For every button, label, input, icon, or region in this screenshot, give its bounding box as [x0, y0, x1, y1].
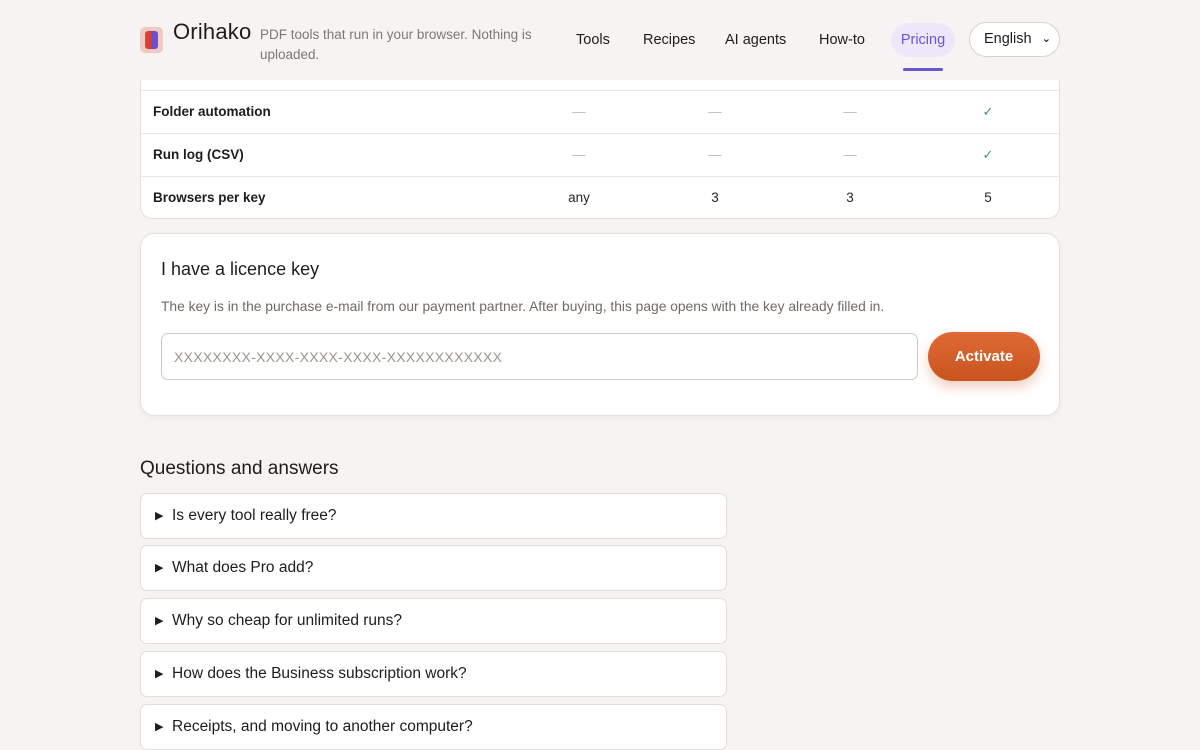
nav-recipes[interactable]: Recipes [643, 27, 695, 53]
chevron-down-icon: ⌄ [1041, 33, 1051, 45]
plan-comparison-table: Folder automation — — — ✓ Run log (CSV) … [140, 80, 1060, 219]
licence-title: I have a licence key [161, 259, 320, 279]
language-select-value: English [984, 31, 1032, 47]
table-cell: any [568, 190, 590, 205]
faq-question: What does Pro add? [172, 559, 314, 576]
nav-ai-agents[interactable]: AI agents [725, 27, 786, 53]
orihako-logo-icon[interactable] [140, 27, 163, 53]
site-header: Orihako PDF tools that run in your brows… [0, 0, 1200, 80]
table-cell: 5 [984, 190, 992, 205]
licence-key-card: I have a licence key The key is in the p… [140, 233, 1060, 416]
dash-icon: — [708, 147, 722, 162]
row-label: Browsers per key [153, 190, 266, 205]
caret-right-icon: ▶ [155, 721, 164, 733]
table-cell: 3 [846, 190, 854, 205]
faq-item[interactable]: ▶ Why so cheap for unlimited runs? [140, 598, 727, 644]
dash-icon: — [708, 104, 722, 119]
faq-item[interactable]: ▶ What does Pro add? [140, 545, 727, 591]
faq-question: How does the Business subscription work? [172, 665, 467, 682]
active-nav-indicator [903, 68, 943, 71]
language-select[interactable]: English ⌄ [969, 22, 1060, 57]
faq-question: Is every tool really free? [172, 507, 337, 524]
table-row: Run log (CSV) — — — ✓ [141, 134, 1059, 177]
table-cell: 3 [711, 190, 719, 205]
licence-description: The key is in the purchase e-mail from o… [161, 299, 885, 314]
faq-item[interactable]: ▶ Is every tool really free? [140, 493, 727, 539]
row-label: Run log (CSV) [153, 147, 244, 162]
activate-button[interactable]: Activate [928, 332, 1040, 381]
check-icon: ✓ [982, 104, 994, 119]
caret-right-icon: ▶ [155, 615, 164, 627]
nav-pricing[interactable]: Pricing [891, 23, 955, 57]
dash-icon: — [572, 147, 586, 162]
check-icon: ✓ [982, 147, 994, 162]
caret-right-icon: ▶ [155, 668, 164, 680]
faq-heading: Questions and answers [140, 458, 339, 479]
table-row: Browsers per key any 3 3 5 [141, 177, 1059, 220]
nav-tools[interactable]: Tools [576, 27, 610, 53]
brand-tagline: PDF tools that run in your browser. Noth… [260, 27, 532, 62]
caret-right-icon: ▶ [155, 562, 164, 574]
table-row: Folder automation — — — ✓ [141, 91, 1059, 134]
faq-question: Receipts, and moving to another computer… [172, 718, 473, 735]
dash-icon: — [572, 104, 586, 119]
faq-item[interactable]: ▶ How does the Business subscription wor… [140, 651, 727, 697]
brand-name[interactable]: Orihako [173, 19, 251, 45]
caret-right-icon: ▶ [155, 510, 164, 522]
nav-how-to[interactable]: How-to [819, 27, 865, 53]
dash-icon: — [843, 147, 857, 162]
row-label: Folder automation [153, 104, 271, 119]
faq-question: Why so cheap for unlimited runs? [172, 612, 403, 629]
dash-icon: — [843, 104, 857, 119]
faq-item[interactable]: ▶ Receipts, and moving to another comput… [140, 704, 727, 750]
licence-key-input[interactable] [161, 333, 918, 380]
